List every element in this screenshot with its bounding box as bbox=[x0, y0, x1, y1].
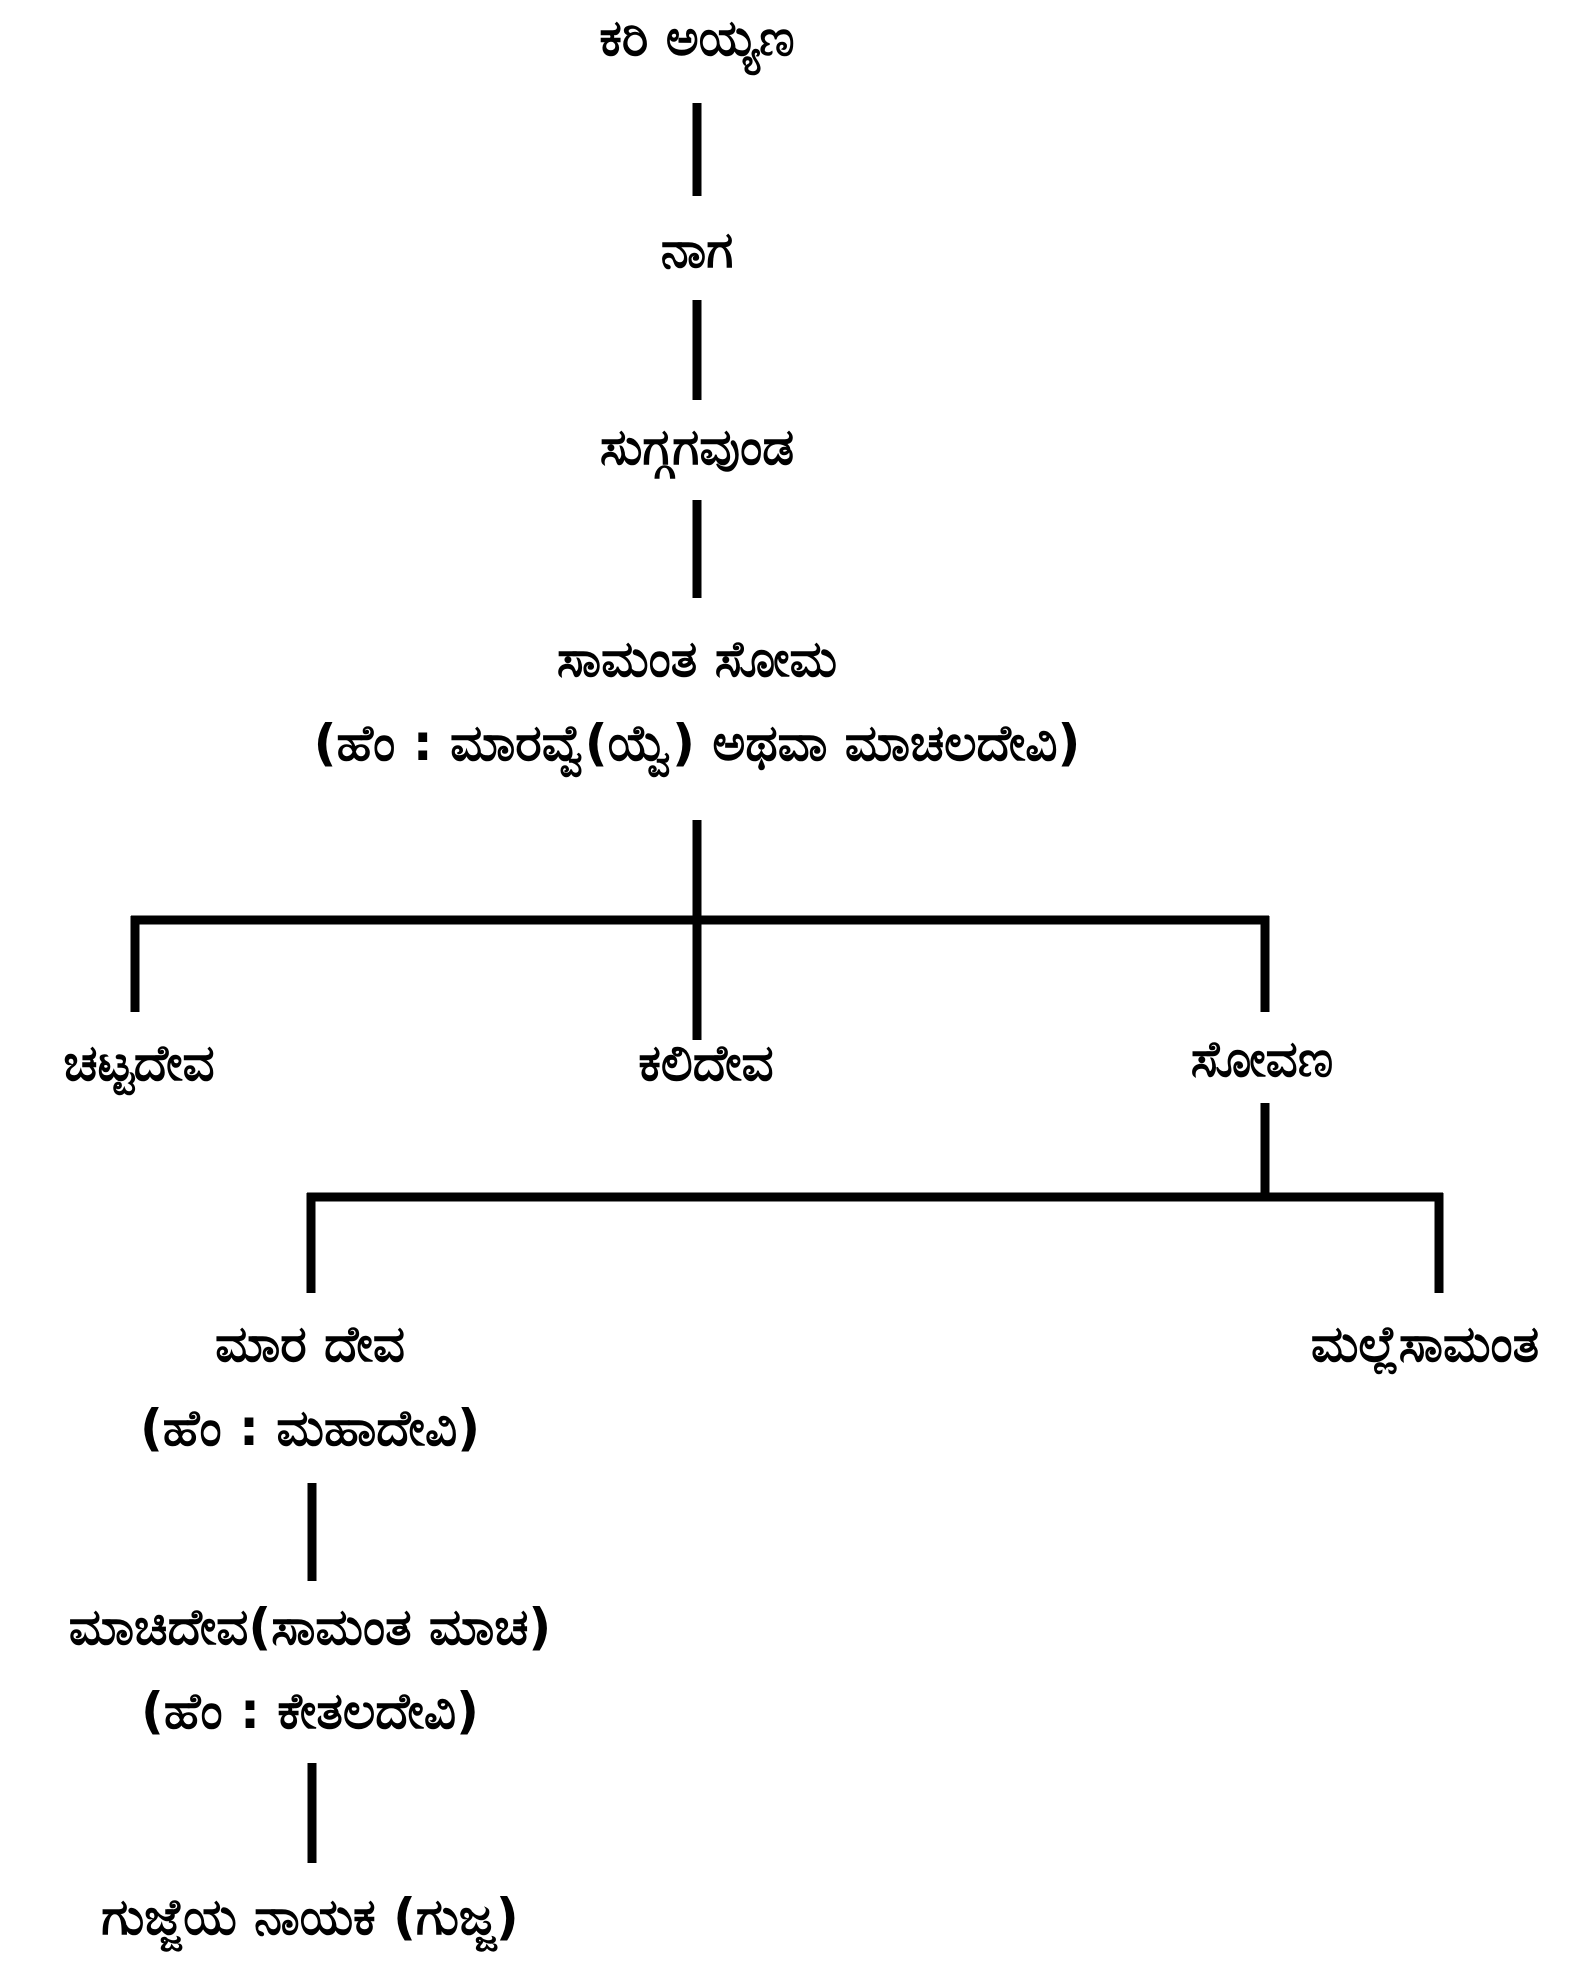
node-label: ಗುಜ್ಜೆಯ ನಾಯಕ (ಗುಜ್ಜ) bbox=[101, 1888, 519, 1946]
node-suggagavunda: ಸುಗ್ಗಗವುಂಡ bbox=[600, 405, 794, 489]
node-gujjeya-nayaka: ಗುಜ್ಜೆಯ ನಾಯಕ (ಗುಜ್ಜ) bbox=[101, 1875, 518, 1959]
node-label: ಮಲ್ಲೆಸಾಮಂತ bbox=[1310, 1315, 1540, 1373]
node-label: ಸೋವಣ bbox=[1190, 1030, 1334, 1088]
family-tree-diagram: ಕರಿ ಅಯ್ಯಣ ನಾಗ ಸುಗ್ಗಗವುಂಡ ಸಾಮಂತ ಸೋಮ (ಹೆಂ … bbox=[0, 0, 1592, 1975]
node-spouse-label: (ಹೆಂ : ಮಾರವ್ವೆ(ಯ್ವೆ) ಅಥವಾ ಮಾಚಲದೇವಿ) bbox=[313, 714, 1081, 772]
node-sovana: ಸೋವಣ bbox=[1191, 1017, 1333, 1101]
node-label: ಸುಗ್ಗಗವುಂಡ bbox=[599, 418, 795, 476]
node-label: ನಾಗ bbox=[660, 221, 734, 279]
node-naga: ನಾಗ bbox=[661, 208, 734, 292]
node-kari-ayyana: ಕರಿ ಅಯ್ಯಣ bbox=[599, 0, 794, 80]
node-label: ಮಾರ ದೇವ bbox=[215, 1315, 405, 1373]
node-kalideva: ಕಲಿದೇವ bbox=[638, 1021, 773, 1105]
node-chattadeva: ಚಟ್ಟದೇವ bbox=[63, 1021, 214, 1105]
node-mara-deva: ಮಾರ ದೇವ (ಹೆಂ : ಮಹಾದೇವಿ) bbox=[140, 1302, 480, 1470]
node-label: ಕರಿ ಅಯ್ಯಣ bbox=[599, 9, 795, 67]
node-label: ಚಟ್ಟದೇವ bbox=[63, 1034, 215, 1092]
node-machideva: ಮಾಚಿದೇವ(ಸಾಮಂತ ಮಾಚ) (ಹೆಂ : ಕೇತಲದೇವಿ) bbox=[69, 1585, 551, 1753]
node-label: ಮಾಚಿದೇವ(ಸಾಮಂತ ಮಾಚ) bbox=[68, 1598, 552, 1656]
node-label: ಸಾಮಂತ ಸೋಮ bbox=[556, 630, 838, 688]
node-label: ಕಲಿದೇವ bbox=[638, 1034, 774, 1092]
node-mallesamanta: ಮಲ್ಲೆಸಾಮಂತ bbox=[1311, 1302, 1539, 1386]
node-spouse-label: (ಹೆಂ : ಮಹಾದೇವಿ) bbox=[139, 1399, 481, 1457]
node-spouse-label: (ಹೆಂ : ಕೇತಲದೇವಿ) bbox=[140, 1682, 480, 1740]
node-samanta-soma: ಸಾಮಂತ ಸೋಮ (ಹೆಂ : ಮಾರವ್ವೆ(ಯ್ವೆ) ಅಥವಾ ಮಾಚಲ… bbox=[314, 617, 1081, 785]
